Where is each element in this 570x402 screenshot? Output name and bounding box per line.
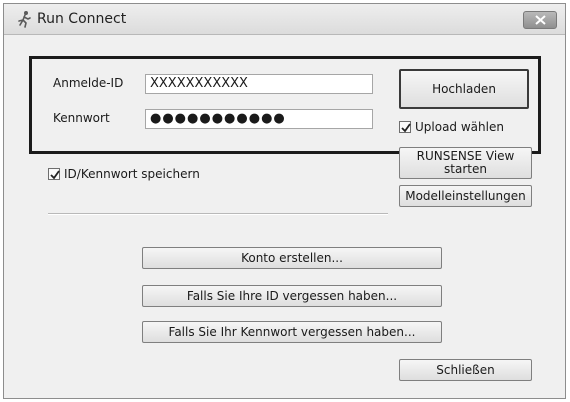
divider (48, 213, 388, 215)
run-connect-window: Run Connect Anmelde-ID XXXXXXXXXXX Kennw… (3, 3, 566, 399)
save-credentials-checkbox[interactable]: ID/Kennwort speichern (48, 167, 200, 181)
password-field[interactable]: ●●●●●●●●●●● (145, 109, 373, 129)
model-settings-button[interactable]: Modelleinstellungen (399, 185, 532, 207)
forgot-id-button[interactable]: Falls Sie Ihre ID vergessen haben... (142, 285, 442, 307)
select-upload-checkbox[interactable]: Upload wählen (399, 120, 504, 134)
id-label: Anmelde-ID (53, 76, 124, 90)
close-icon (535, 15, 546, 25)
close-window-button[interactable] (523, 11, 557, 29)
runner-icon (18, 11, 31, 28)
id-field[interactable]: XXXXXXXXXXX (145, 74, 373, 94)
runsense-view-button[interactable]: RUNSENSE View starten (399, 147, 532, 179)
title-bar[interactable]: Run Connect (4, 4, 565, 35)
upload-button[interactable]: Hochladen (399, 69, 529, 109)
close-button[interactable]: Schließen (399, 359, 532, 381)
save-credentials-label: ID/Kennwort speichern (64, 167, 200, 181)
checkmark-icon (50, 170, 60, 180)
dialog-content: Anmelde-ID XXXXXXXXXXX Kennwort ●●●●●●●●… (4, 35, 565, 398)
create-account-button[interactable]: Konto erstellen... (142, 247, 442, 269)
checkmark-icon (401, 123, 411, 133)
login-group: Anmelde-ID XXXXXXXXXXX Kennwort ●●●●●●●●… (29, 56, 541, 154)
select-upload-label: Upload wählen (415, 120, 504, 134)
forgot-password-button[interactable]: Falls Sie Ihr Kennwort vergessen haben..… (142, 321, 442, 343)
checkbox-box[interactable] (399, 121, 411, 133)
password-label: Kennwort (53, 111, 110, 125)
checkbox-box[interactable] (48, 168, 60, 180)
window-title: Run Connect (37, 11, 127, 27)
